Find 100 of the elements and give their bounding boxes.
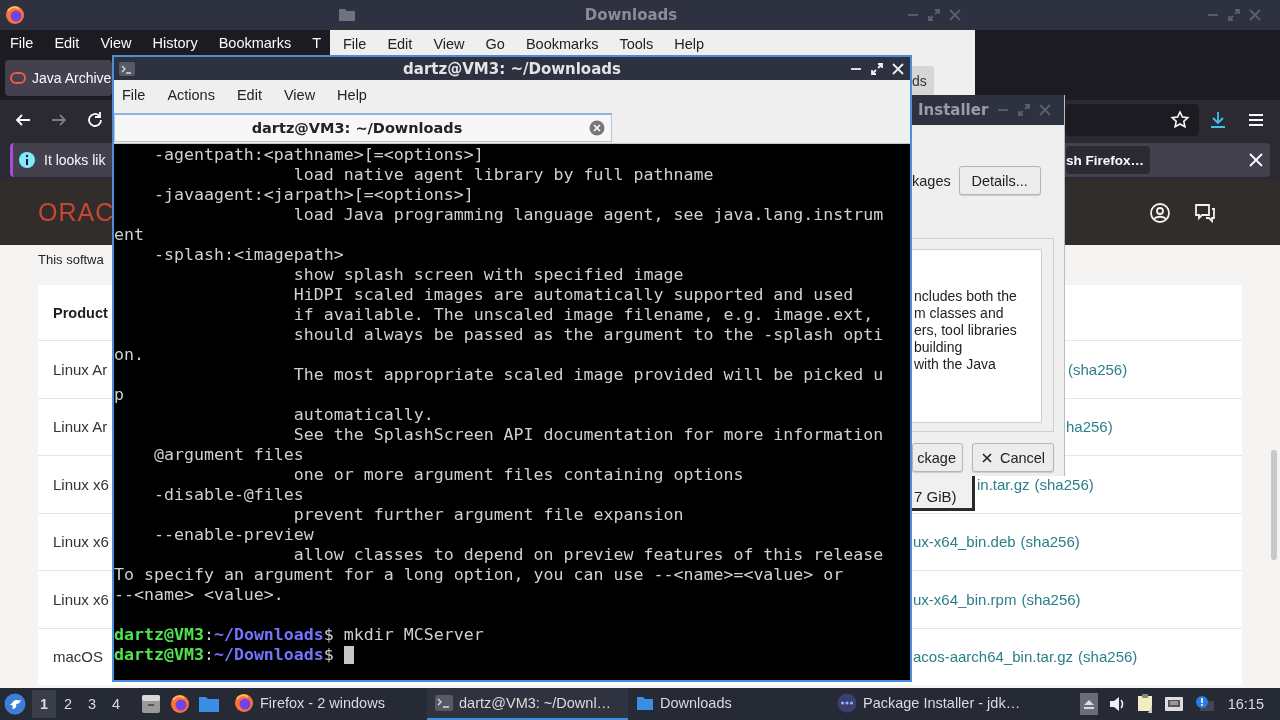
notification-text: It looks lik: [44, 152, 106, 168]
size-label: 7 GiB): [912, 476, 975, 511]
user-icon[interactable]: [1149, 201, 1171, 224]
download-icon[interactable]: [1208, 110, 1228, 130]
checksum-link[interactable]: ha256): [1066, 418, 1113, 436]
taskbar-task[interactable]: Package Installer - jdk…: [829, 688, 1030, 720]
menu-item[interactable]: Tools: [619, 36, 654, 52]
prompt-path: ~/Downloads: [213, 625, 324, 645]
terminal-icon: [435, 695, 453, 711]
terminal-line: prevent further argument file expansion: [292, 505, 684, 525]
menu-item[interactable]: File: [10, 35, 34, 51]
checksum-link[interactable]: (sha256): [1034, 475, 1094, 493]
volume-icon[interactable]: [1107, 695, 1126, 713]
menu-item[interactable]: T: [312, 35, 322, 51]
file-link[interactable]: ux-x64_bin.deb: [913, 533, 1016, 551]
checksum-link[interactable]: (sha256): [1020, 533, 1080, 551]
terminal-line: automatically.: [292, 405, 434, 425]
menu-item[interactable]: Edit: [387, 36, 413, 52]
browser-tab[interactable]: Java Archive: [5, 60, 112, 96]
chat-icon[interactable]: [1194, 201, 1216, 224]
prompt-symbol: $: [323, 625, 334, 645]
terminal-line: if available. The unscaled image filename, e.g. image.ext,: [292, 305, 874, 325]
table-cell: Linux Ar: [53, 418, 108, 436]
description-line: with the Java: [914, 356, 997, 373]
clock: 16:15: [1227, 696, 1264, 712]
close-icon: [980, 451, 993, 464]
terminal-line: load native agent library by full pathname: [292, 165, 714, 185]
terminal-line: should always be passed as the argument to the -splash opti: [292, 325, 884, 345]
file-cabinet-icon[interactable]: [140, 693, 162, 715]
table-cell: Linux x6: [53, 533, 109, 551]
menu-item[interactable]: Edit: [236, 87, 262, 103]
taskbar-task[interactable]: Firefox - 2 windows: [226, 688, 427, 720]
prompt-symbol: $: [323, 645, 334, 665]
summary-text: kages: [912, 172, 951, 189]
terminal-tab[interactable]: dartz@VM3: ~/Downloads: [114, 113, 612, 142]
terminal-line: -agentpath:<pathname>[=<options>]: [152, 145, 484, 165]
start-menu-icon[interactable]: [4, 693, 26, 715]
checksum-link[interactable]: (sha256): [1068, 360, 1128, 378]
cancel-button[interactable]: Cancel: [972, 443, 1054, 472]
workspace-button[interactable]: 4: [104, 690, 128, 718]
clipboard-icon[interactable]: [1135, 693, 1154, 715]
notification-button[interactable]: sh Firefox…: [1066, 146, 1150, 174]
terminal-line: -disable-@files: [152, 485, 304, 505]
folder-tab[interactable]: ds: [912, 66, 934, 95]
window-title: Downloads: [583, 6, 679, 24]
folder-icon: [338, 6, 356, 24]
file-link[interactable]: acos-aarch64_bin.tar.gz: [913, 648, 1074, 666]
firefox-icon: [234, 693, 254, 713]
description-line: ncludes both the: [914, 288, 1018, 305]
command-text: mkdir MCServer: [343, 625, 484, 645]
menu-item[interactable]: View: [283, 87, 316, 103]
description-line: building: [914, 339, 964, 356]
ring-icon: [10, 70, 26, 86]
menu-item[interactable]: File: [343, 36, 367, 52]
menu-item[interactable]: View: [433, 36, 465, 52]
terminal-line: The most appropriate scaled image provided will be picked u: [292, 365, 884, 385]
eject-icon[interactable]: [1079, 693, 1098, 715]
menu-item[interactable]: Bookmarks: [218, 35, 292, 51]
workspace-button[interactable]: 1: [32, 690, 56, 718]
menu-item[interactable]: Help: [674, 36, 705, 52]
taskbar-task[interactable]: Downloads: [628, 688, 829, 720]
reload-icon[interactable]: [86, 111, 104, 129]
table-cell: macOS: [53, 648, 103, 666]
prompt-user: dartz@VM3: [114, 625, 204, 645]
checksum-link[interactable]: (sha256): [1021, 590, 1081, 608]
prompt-separator: :: [203, 645, 214, 665]
menu-item[interactable]: Go: [485, 36, 505, 52]
menu-item[interactable]: View: [100, 35, 132, 51]
details-button[interactable]: Details...: [958, 166, 1041, 195]
menu-item[interactable]: History: [152, 35, 198, 51]
terminal-line: --enable-preview: [152, 525, 314, 545]
terminal-line: show splash screen with specified image: [292, 265, 684, 285]
info-icon: [18, 151, 36, 169]
prompt-user: dartz@VM3: [114, 645, 204, 665]
notification-icon[interactable]: [1193, 695, 1214, 713]
star-icon[interactable]: [1170, 110, 1190, 130]
file-link[interactable]: ux-x64_bin.rpm: [913, 590, 1017, 608]
workspace-button[interactable]: 3: [80, 690, 104, 718]
taskbar-task[interactable]: dartz@VM3: ~/Downl…: [427, 688, 628, 720]
terminal-line: To specify an argument for a long option, you can use --<name>=<value> or: [114, 565, 844, 585]
menu-item[interactable]: Edit: [54, 35, 80, 51]
scrollbar-thumb[interactable]: [1271, 450, 1277, 560]
package-icon: [837, 693, 857, 713]
menu-item[interactable]: Actions: [167, 87, 215, 103]
window-title: Installer: [918, 101, 989, 119]
menu-item[interactable]: File: [122, 87, 146, 103]
install-button[interactable]: ckage: [912, 443, 963, 472]
terminal-line: @argument files: [152, 445, 304, 465]
network-icon[interactable]: [1163, 695, 1184, 713]
checksum-link[interactable]: (sha256): [1078, 648, 1138, 666]
file-link[interactable]: in.tar.gz: [977, 475, 1030, 493]
terminal-line: See the SplashScreen API documentation for more information: [292, 425, 884, 445]
menu-item[interactable]: Bookmarks: [525, 36, 599, 52]
column-header: Product: [53, 304, 108, 321]
firefox-icon[interactable]: [169, 693, 191, 715]
workspace-button[interactable]: 2: [56, 690, 80, 718]
prompt-separator: :: [203, 625, 214, 645]
terminal-line: -splash:<imagepath>: [152, 245, 344, 265]
url-field[interactable]: [1065, 104, 1199, 136]
menu-item[interactable]: Help: [337, 87, 367, 103]
